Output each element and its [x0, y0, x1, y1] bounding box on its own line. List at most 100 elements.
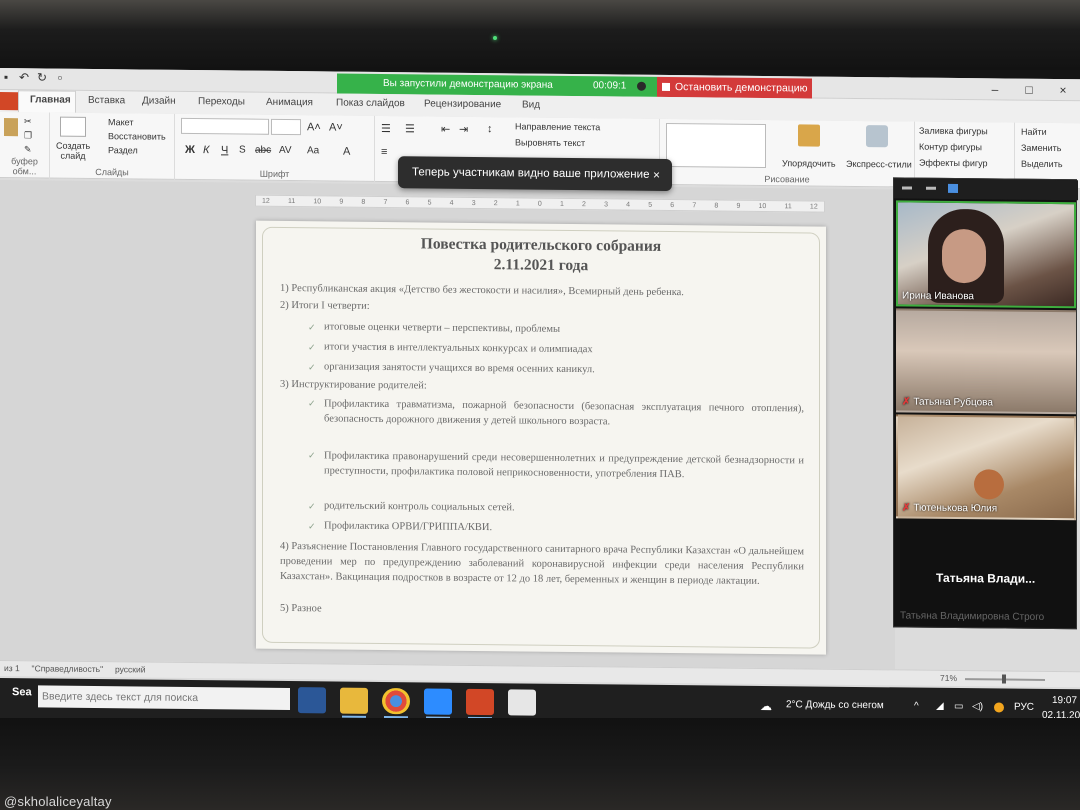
ruler-tick-label: 5 — [427, 199, 432, 207]
new-icon[interactable]: ▫ — [54, 71, 66, 85]
arrange-button[interactable]: Упорядочить — [782, 158, 836, 169]
quick-styles-icon[interactable] — [866, 125, 888, 148]
increase-indent-icon[interactable]: ⇥ — [459, 123, 468, 136]
replace-button[interactable]: Заменить — [1021, 143, 1061, 153]
ruler-tick-label: 8 — [361, 198, 366, 206]
cut-icon[interactable]: ✂ — [24, 116, 32, 127]
paste-icon[interactable] — [4, 118, 18, 137]
zoom-level[interactable]: 71% — [940, 673, 957, 683]
minimize-button[interactable]: – — [978, 78, 1012, 100]
align-text-button[interactable]: Выровнять текст — [515, 137, 585, 148]
panel-gallery-icon[interactable] — [948, 183, 958, 194]
stop-share-button[interactable]: Остановить демонстрацию — [657, 76, 812, 99]
font-color-icon[interactable]: A — [343, 146, 350, 158]
redo-icon[interactable]: ↻ — [36, 70, 48, 84]
participant-tile[interactable]: ✗ Тютенькова Юлия — [896, 414, 1076, 521]
decrease-indent-icon[interactable]: ⇤ — [441, 123, 450, 136]
spacing-icon[interactable]: AV — [279, 145, 292, 156]
bullets-icon[interactable]: ☰ — [381, 122, 391, 135]
language-indicator[interactable]: РУС — [1014, 702, 1034, 713]
shapes-gallery[interactable] — [666, 122, 766, 169]
word-icon[interactable] — [298, 687, 326, 714]
tab-slideshow[interactable]: Показ слайдов — [336, 98, 405, 110]
save-icon[interactable]: ▪ — [0, 70, 12, 84]
new-slide-button[interactable]: Создать слайд — [56, 141, 90, 161]
participant-tile[interactable]: ✗ Татьяна Рубцова — [896, 308, 1076, 415]
participant-tile[interactable]: Ирина Иванова — [896, 200, 1076, 309]
tab-review[interactable]: Рецензирование — [424, 98, 501, 110]
agenda-item-5: 5) Разное — [280, 602, 322, 615]
drawing-group-label: Рисование — [764, 174, 810, 185]
quick-access-toolbar: ▪ ↶ ↻ ▫ — [0, 70, 66, 85]
format-painter-icon[interactable]: ✎ — [24, 144, 32, 155]
volume-icon[interactable]: ◁) — [972, 701, 983, 712]
explorer-icon[interactable] — [340, 687, 368, 718]
start-button[interactable]: Sea — [12, 686, 32, 698]
copy-icon[interactable]: ❐ — [24, 130, 32, 141]
font-size-select[interactable] — [271, 118, 301, 136]
weather-text[interactable]: 2°C Дождь со снегом — [786, 699, 884, 711]
strikethrough-icon[interactable]: abc — [255, 145, 271, 156]
zoom-icon[interactable] — [424, 688, 452, 719]
ruler-tick-label: 10 — [313, 198, 322, 206]
underline-icon[interactable]: Ч — [221, 144, 228, 156]
file-tab[interactable] — [0, 92, 18, 111]
text-direction-button[interactable]: Направление текста — [515, 121, 600, 132]
shrink-font-icon[interactable]: A˅ — [329, 121, 343, 133]
toast-close-icon[interactable]: × — [653, 159, 660, 191]
layout-button[interactable]: Макет — [108, 117, 133, 127]
powerpoint-icon[interactable] — [466, 688, 494, 720]
chrome-icon[interactable] — [382, 688, 410, 719]
panel-toolbar — [894, 178, 1078, 201]
language-indicator[interactable]: русский — [115, 664, 146, 674]
panel-minimize-icon[interactable] — [902, 186, 912, 190]
chevron-up-icon[interactable]: ^ — [914, 701, 919, 712]
numbering-icon[interactable]: ☰ — [405, 122, 415, 135]
bold-icon[interactable]: Ж — [185, 144, 195, 156]
network-icon[interactable]: ◢ — [936, 701, 944, 712]
ruler-tick-label: 11 — [287, 198, 296, 206]
tab-home[interactable]: Главная — [30, 94, 71, 105]
ruler-tick-label: 10 — [758, 202, 767, 211]
undo-icon[interactable]: ↶ — [18, 70, 30, 84]
stop-share-label: Остановить демонстрацию — [675, 81, 808, 95]
quick-styles-button[interactable]: Экспресс-стили — [846, 159, 912, 170]
taskbar-search-input[interactable]: Введите здесь текст для поиска — [38, 685, 290, 711]
select-button[interactable]: Выделить — [1021, 159, 1063, 169]
shape-fill-button[interactable]: Заливка фигуры — [919, 126, 988, 137]
font-group: A˄ A˅ Ж К Ч S abc AV Aa A Шрифт — [175, 113, 375, 182]
participant-name: Тютенькова Юлия — [913, 502, 998, 515]
muted-mic-icon: ✗ — [902, 502, 911, 514]
find-button[interactable]: Найти — [1021, 127, 1047, 137]
zoom-slider-thumb[interactable] — [1002, 674, 1006, 684]
tab-view[interactable]: Вид — [522, 99, 540, 110]
tab-design[interactable]: Дизайн — [142, 95, 176, 106]
section-button[interactable]: Раздел — [108, 145, 138, 155]
tab-insert[interactable]: Вставка — [88, 95, 125, 106]
tab-transitions[interactable]: Переходы — [198, 96, 245, 107]
line-spacing-icon[interactable]: ↕ — [487, 123, 493, 135]
change-case-icon[interactable]: Aa — [307, 145, 319, 156]
align-left-icon[interactable]: ≡ — [381, 146, 387, 158]
grow-font-icon[interactable]: A˄ — [307, 121, 321, 133]
notification-icon[interactable] — [994, 702, 1004, 713]
italic-icon[interactable]: К — [203, 144, 209, 156]
close-button[interactable]: × — [1046, 79, 1080, 101]
shape-effects-button[interactable]: Эффекты фигур — [919, 158, 988, 169]
teams-icon[interactable] — [508, 689, 536, 716]
tab-animations[interactable]: Анимация — [266, 97, 313, 108]
font-family-select[interactable] — [181, 117, 269, 135]
new-slide-icon[interactable] — [60, 116, 86, 137]
panel-view-icon[interactable] — [926, 186, 936, 190]
battery-icon[interactable]: ▭ — [954, 701, 963, 712]
arrange-icon[interactable] — [798, 124, 820, 147]
reset-button[interactable]: Восстановить — [108, 131, 166, 142]
watermark: @skholaliceyaltay — [4, 794, 112, 809]
clock-time[interactable]: 19:07 — [1052, 695, 1077, 706]
maximize-button[interactable]: □ — [1012, 79, 1046, 101]
shape-outline-button[interactable]: Контур фигуры — [919, 142, 982, 153]
participant-name-row: ✗ Тютенькова Юлия — [902, 502, 997, 514]
shadow-icon[interactable]: S — [239, 145, 246, 156]
pause-share-icon[interactable] — [637, 81, 646, 91]
slide[interactable]: Повестка родительского собрания 2.11.202… — [256, 220, 826, 655]
